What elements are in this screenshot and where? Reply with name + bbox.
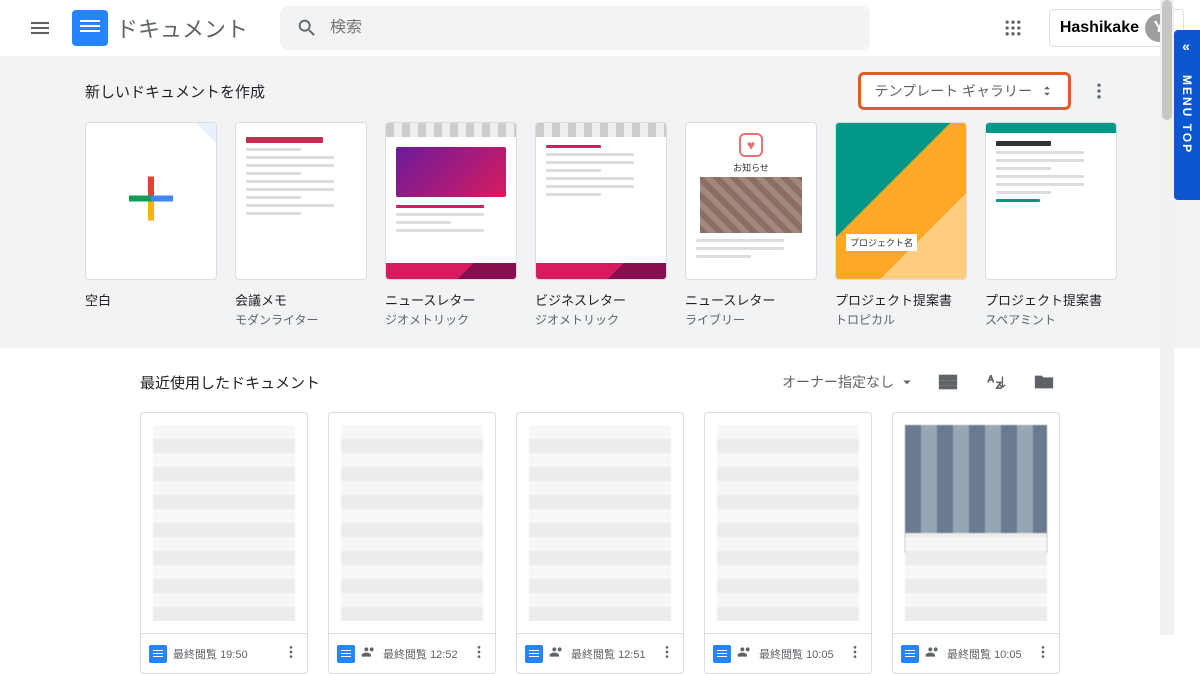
google-apps-button[interactable] <box>993 8 1033 48</box>
templates-more-button[interactable] <box>1083 75 1115 107</box>
template-subtitle: ライブリー <box>685 311 817 328</box>
docs-file-icon <box>525 645 543 663</box>
template-subtitle: トロピカル <box>835 311 967 328</box>
apps-grid-icon <box>1003 18 1023 38</box>
templates-section: 新しいドキュメントを作成 テンプレート ギャラリー <box>0 56 1200 348</box>
dropdown-arrow-icon <box>898 373 916 391</box>
folder-icon <box>1033 371 1055 393</box>
app-name: ドキュメント <box>116 12 248 44</box>
template-subtitle: モダンライター <box>235 311 367 328</box>
docs-file-icon <box>337 645 355 663</box>
sort-button[interactable]: AZ <box>980 366 1012 398</box>
hamburger-icon <box>28 16 52 40</box>
templates-header: 新しいドキュメントを作成 テンプレート ギャラリー <box>85 72 1115 110</box>
doc-more-button[interactable] <box>471 644 487 663</box>
docs-logo-icon <box>72 10 108 46</box>
app-header: ドキュメント Hashikake Y <box>0 0 1200 56</box>
doc-more-button[interactable] <box>283 644 299 663</box>
unfold-icon <box>1040 83 1054 99</box>
docs-file-icon <box>901 645 919 663</box>
template-card-newsletter-lively[interactable]: ♥お知らせ ニュースレター ライブリー <box>685 122 817 328</box>
shared-icon <box>361 644 377 663</box>
template-card-blank[interactable]: 空白 <box>85 122 217 328</box>
template-subtitle: ジオメトリック <box>535 311 667 328</box>
more-vertical-icon <box>1035 644 1051 660</box>
doc-meta: 最終閲覧 19:50 <box>173 646 277 662</box>
doc-meta: 最終閲覧 12:51 <box>571 646 653 662</box>
search-icon <box>296 17 318 39</box>
list-view-button[interactable] <box>932 366 964 398</box>
docs-file-icon <box>713 645 731 663</box>
doc-meta: 最終閲覧 10:05 <box>759 646 841 662</box>
doc-more-button[interactable] <box>1035 644 1051 663</box>
template-card-meeting[interactable]: 会議メモ モダンライター <box>235 122 367 328</box>
doc-more-button[interactable] <box>659 644 675 663</box>
hamburger-menu-button[interactable] <box>16 4 64 52</box>
list-icon <box>937 371 959 393</box>
templates-row: 空白 会議メモ モダンライター ニュースレター ジオメトリック ビジネスレター … <box>85 122 1115 328</box>
gallery-label: テンプレート ギャラリー <box>875 81 1032 101</box>
template-subtitle: スペアミント <box>985 311 1117 328</box>
search-input[interactable] <box>330 19 854 37</box>
more-vertical-icon <box>847 644 863 660</box>
recent-section: 最近使用したドキュメント オーナー指定なし AZ 最終閲覧 19:50 <box>0 348 1200 674</box>
brand-text: Hashikake <box>1060 19 1139 37</box>
app-logo-title[interactable]: ドキュメント <box>72 10 248 46</box>
template-title: 会議メモ <box>235 290 367 309</box>
shared-icon <box>737 644 753 663</box>
doc-more-button[interactable] <box>847 644 863 663</box>
template-title: プロジェクト提案書 <box>835 290 967 309</box>
templates-title: 新しいドキュメントを作成 <box>85 81 265 102</box>
doc-meta: 最終閲覧 12:52 <box>383 646 465 662</box>
scrollbar[interactable] <box>1160 0 1174 635</box>
template-title: ニュースレター <box>685 290 817 309</box>
template-title: ビジネスレター <box>535 290 667 309</box>
more-vertical-icon <box>471 644 487 660</box>
template-card-newsletter-geo[interactable]: ニュースレター ジオメトリック <box>385 122 517 328</box>
template-card-proposal-spearmint[interactable]: プロジェクト提案書 スペアミント <box>985 122 1117 328</box>
sort-az-icon: AZ <box>985 371 1007 393</box>
recent-header: 最近使用したドキュメント オーナー指定なし AZ <box>140 366 1060 398</box>
template-card-proposal-tropical[interactable]: プロジェクト名 プロジェクト提案書 トロピカル <box>835 122 967 328</box>
template-title: 空白 <box>85 290 217 309</box>
owner-filter-label: オーナー指定なし <box>782 372 894 392</box>
template-title: プロジェクト提案書 <box>985 290 1117 309</box>
template-title: ニュースレター <box>385 290 517 309</box>
side-menu-tab[interactable]: MENU TOP <box>1174 30 1200 200</box>
shared-icon <box>549 644 565 663</box>
more-vertical-icon <box>659 644 675 660</box>
plus-icon <box>123 171 179 232</box>
more-vertical-icon <box>1089 81 1109 101</box>
shared-icon <box>925 644 941 663</box>
svg-text:A: A <box>988 374 995 384</box>
template-subtitle: ジオメトリック <box>385 311 517 328</box>
more-vertical-icon <box>283 644 299 660</box>
docs-file-icon <box>149 645 167 663</box>
template-card-bizletter[interactable]: ビジネスレター ジオメトリック <box>535 122 667 328</box>
doc-meta: 最終閲覧 10:05 <box>947 646 1029 662</box>
open-picker-button[interactable] <box>1028 366 1060 398</box>
owner-filter-dropdown[interactable]: オーナー指定なし <box>782 372 916 392</box>
search-bar[interactable] <box>280 6 870 50</box>
template-gallery-button[interactable]: テンプレート ギャラリー <box>858 72 1071 110</box>
recent-title: 最近使用したドキュメント <box>140 372 320 393</box>
